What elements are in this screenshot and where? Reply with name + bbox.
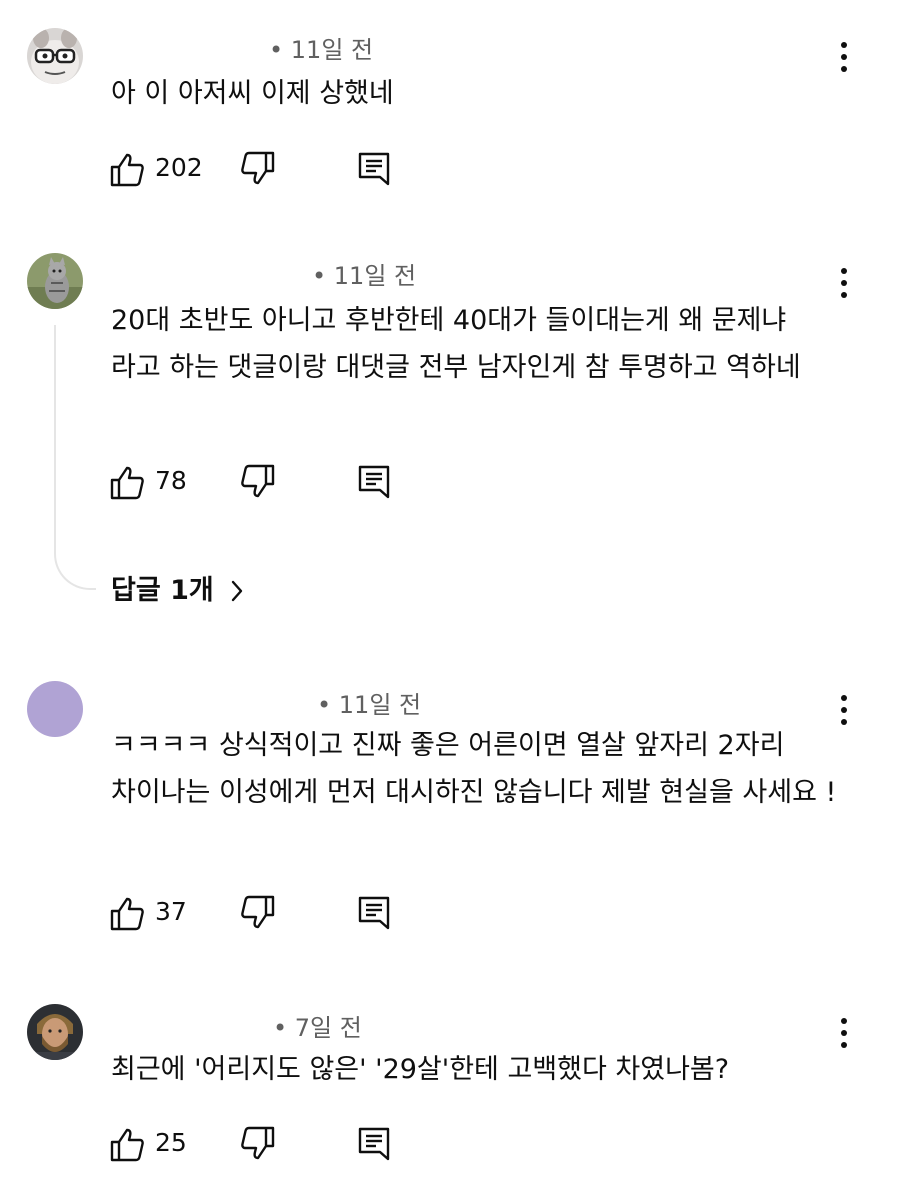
cat-photo-avatar[interactable]: [27, 253, 83, 309]
reply-icon[interactable]: [355, 462, 395, 502]
thumbs-down-icon[interactable]: [238, 893, 278, 933]
comment-actions: 25: [107, 1124, 407, 1164]
comment-text: ㅋㅋㅋㅋ 상식적이고 진짜 좋은 어른이면 열살 앞자리 2자리 차이나는 이성…: [111, 730, 837, 808]
thumbs-down-icon[interactable]: [238, 149, 278, 189]
comment-time: • 11일 전: [269, 36, 374, 64]
like-count: 78: [155, 466, 187, 495]
reply-icon[interactable]: [355, 149, 395, 189]
chevron-right-icon[interactable]: [229, 578, 245, 604]
thumbs-down-icon[interactable]: [238, 1124, 278, 1164]
comment-text: 최근에 '어리지도 않은' '29살'한테 고백했다 차였나봄?: [111, 1054, 730, 1085]
like-count: 37: [155, 897, 187, 926]
comment-actions: 78: [107, 462, 407, 502]
comment-actions: 37: [107, 893, 407, 933]
thumbs-up-icon[interactable]: [107, 149, 147, 189]
like-count: 25: [155, 1128, 187, 1157]
comment-text: 20대 초반도 아니고 후반한테 40대가 들이대는게 왜 문제냐 라고 하는 …: [111, 305, 801, 383]
comment-time: • 11일 전: [317, 691, 422, 719]
comment-text: 아 이 아저씨 이제 상했네: [111, 78, 394, 109]
more-vertical-icon[interactable]: [832, 1016, 856, 1050]
thumbs-up-icon[interactable]: [107, 893, 147, 933]
thumbs-up-icon[interactable]: [107, 1124, 147, 1164]
reply-icon[interactable]: [355, 1124, 395, 1164]
bearded-man-avatar[interactable]: [27, 1004, 83, 1060]
more-vertical-icon[interactable]: [832, 266, 856, 300]
more-vertical-icon[interactable]: [832, 40, 856, 74]
purple-circle-avatar[interactable]: [27, 681, 83, 737]
comment-time: • 7일 전: [273, 1014, 362, 1042]
reply-thread-line: [54, 325, 96, 590]
thumbs-down-icon[interactable]: [238, 462, 278, 502]
masked-face-avatar[interactable]: [27, 28, 83, 84]
reply-icon[interactable]: [355, 893, 395, 933]
comment-actions: 202: [107, 149, 407, 189]
thumbs-up-icon[interactable]: [107, 462, 147, 502]
like-count: 202: [155, 153, 203, 182]
comment-time: • 11일 전: [312, 262, 417, 290]
view-replies-button[interactable]: 답글 1개: [111, 571, 214, 611]
